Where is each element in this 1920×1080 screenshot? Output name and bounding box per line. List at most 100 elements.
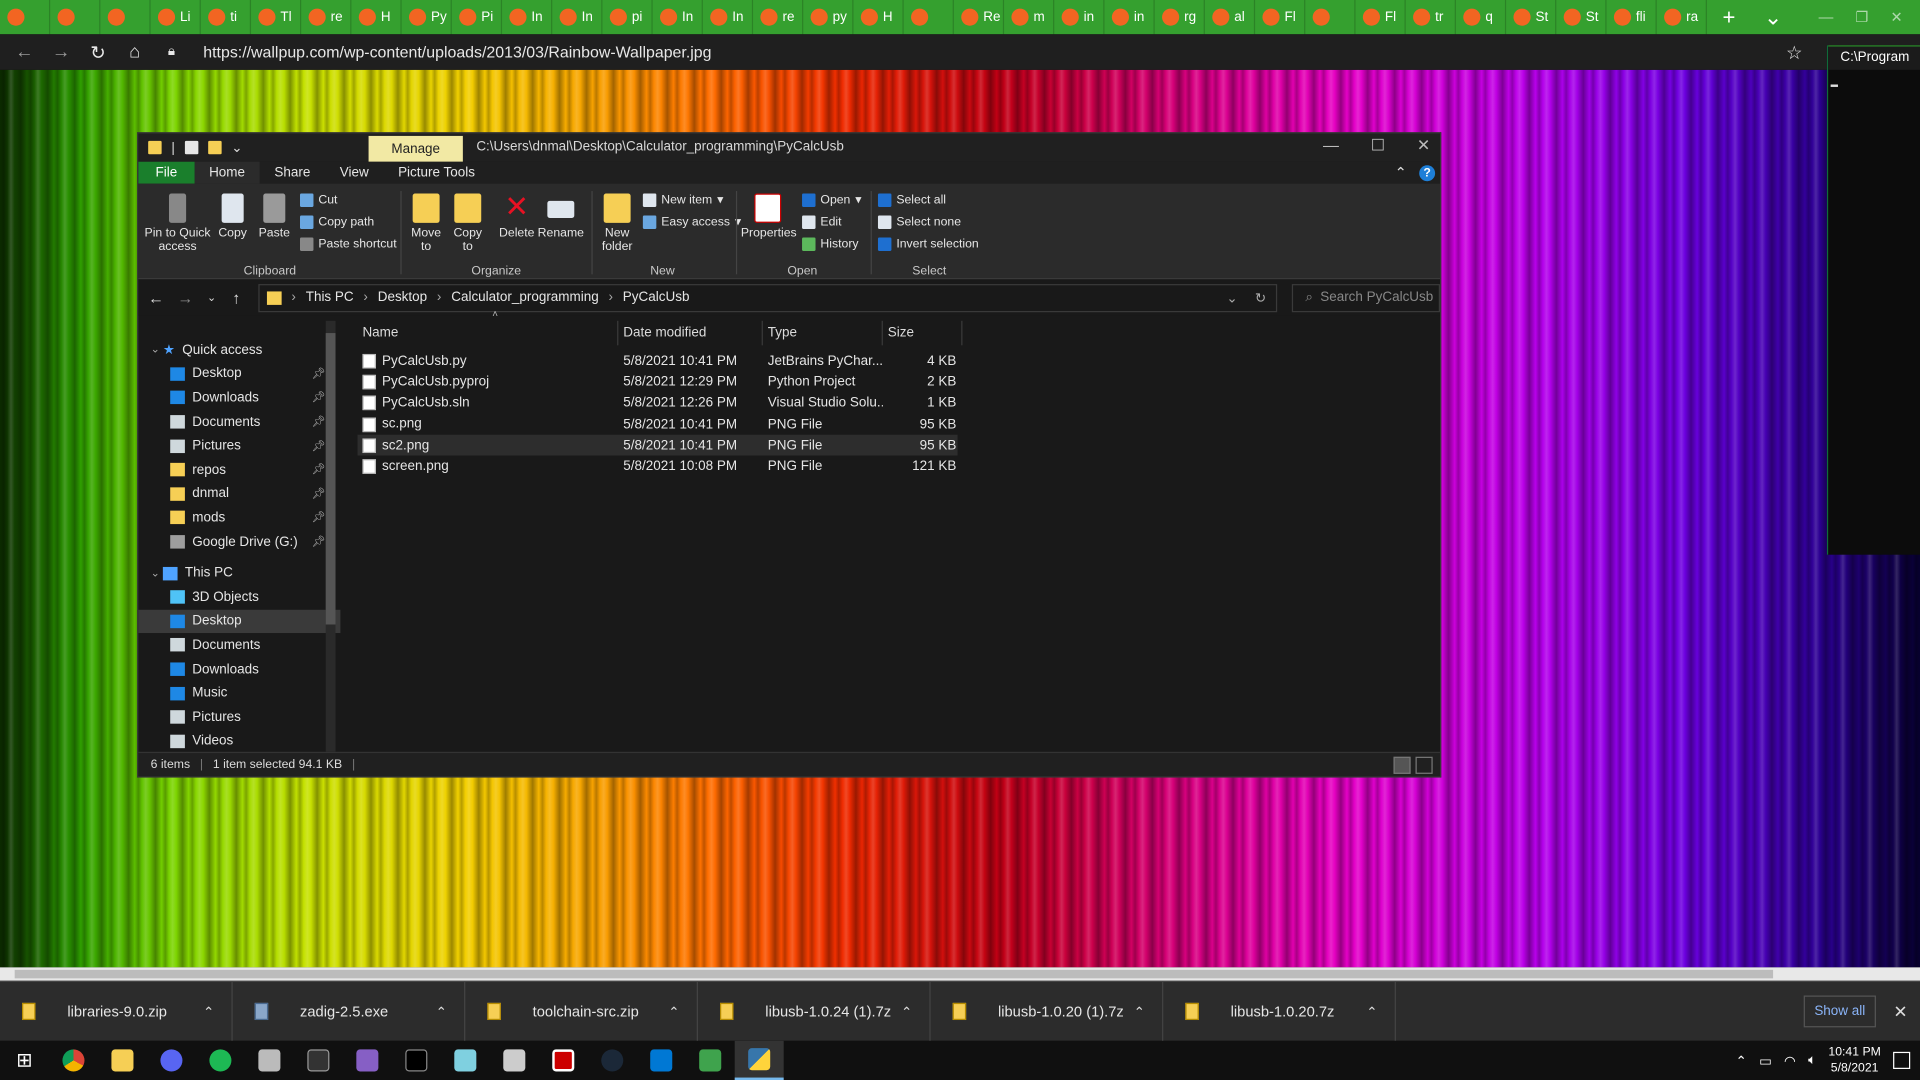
browser-tab[interactable]: Py [402, 0, 452, 35]
cut-button[interactable]: Cut [300, 193, 337, 207]
browser-tab[interactable]: Li [151, 0, 201, 35]
nav-item-desktop[interactable]: Desktop 📌︎ [138, 362, 340, 386]
nav-item-desktop[interactable]: Desktop [138, 609, 341, 634]
search-input[interactable]: ⌕ Search PyCalcUsb [1291, 283, 1441, 312]
show-all-button[interactable]: Show all [1803, 995, 1877, 1028]
pin-quick-access-button[interactable]: Pin to Quick access [143, 193, 212, 253]
nav-this-pc[interactable]: ⌄ This PC [138, 561, 340, 585]
browser-tab[interactable]: in [1054, 0, 1105, 35]
properties-icon[interactable] [184, 140, 199, 155]
chevron-up-icon[interactable]: ⌃ [668, 1003, 679, 1020]
close-icon[interactable]: ✕ [1417, 136, 1430, 156]
nav-item-videos[interactable]: Videos [138, 729, 340, 753]
new-folder-button[interactable]: New folder [596, 193, 638, 253]
file-row[interactable]: screen.png 5/8/2021 10:08 PM PNG File 121 K… [358, 456, 958, 477]
taskbar-chrome[interactable] [49, 1041, 98, 1080]
taskbar-app-blue[interactable] [441, 1041, 490, 1080]
nav-item-documents[interactable]: Documents 📌︎ [138, 410, 340, 434]
browser-tab[interactable]: py [803, 0, 854, 35]
browser-tab[interactable]: fli [1607, 0, 1657, 35]
nav-item-downloads[interactable]: Downloads [138, 657, 340, 681]
browser-tab[interactable]: tr [1406, 0, 1456, 35]
pin-icon[interactable]: 📌︎ [312, 439, 326, 452]
large-icons-view-button[interactable] [1415, 756, 1433, 774]
paste-shortcut-button[interactable]: Paste shortcut [300, 237, 397, 252]
column-type[interactable]: Type [763, 320, 883, 346]
help-icon[interactable]: ? [1419, 164, 1436, 181]
taskbar-app-red[interactable] [539, 1041, 588, 1080]
taskbar-visual-studio[interactable] [343, 1041, 392, 1080]
console-window[interactable]: C:\Program [1826, 45, 1920, 555]
forward-icon[interactable]: → [49, 42, 73, 63]
tab-share[interactable]: Share [260, 162, 325, 184]
chevron-up-icon[interactable]: ⌃ [1134, 1003, 1145, 1020]
browser-tab[interactable]: in [1104, 0, 1155, 35]
browser-tab[interactable]: ra [1657, 0, 1707, 35]
file-row[interactable]: sc2.png 5/8/2021 10:41 PM PNG File 95 KB [357, 434, 958, 457]
reload-icon[interactable]: ↻ [86, 41, 110, 63]
scrollbar-thumb[interactable] [14, 969, 1774, 979]
browser-tab[interactable]: H [351, 0, 402, 35]
file-row[interactable]: PyCalcUsb.py 5/8/2021 10:41 PM JetBrains P… [358, 350, 958, 371]
new-folder-icon[interactable] [207, 140, 222, 155]
page-horizontal-scrollbar[interactable] [0, 967, 1920, 981]
close-icon[interactable]: ✕ [1891, 9, 1903, 26]
close-icon[interactable]: ✕ [1893, 1001, 1907, 1022]
breadcrumb-this-pc[interactable]: This PC [306, 290, 354, 305]
nav-item-downloads[interactable]: Downloads 📌︎ [138, 386, 340, 410]
taskbar-app-green[interactable] [686, 1041, 735, 1080]
select-all-button[interactable]: Select all [877, 193, 946, 207]
paste-button[interactable]: Paste [256, 193, 293, 240]
browser-tab[interactable]: Re [954, 0, 1005, 35]
nav-scrollbar-thumb[interactable] [325, 333, 336, 625]
url-bar[interactable]: https://wallpup.com/wp-content/uploads/2… [203, 43, 711, 61]
column-date-modified[interactable]: Date modified [618, 320, 763, 346]
pin-icon[interactable]: 📌︎ [312, 511, 326, 524]
browser-tab[interactable]: In [552, 0, 603, 35]
open-button[interactable]: Open ▾ [802, 193, 861, 207]
refresh-icon[interactable]: ↻ [1255, 290, 1266, 306]
new-tab-button[interactable]: + [1707, 4, 1751, 30]
browser-tab[interactable]: St [1506, 0, 1557, 35]
tab-home[interactable]: Home [194, 161, 260, 184]
invert-selection-button[interactable]: Invert selection [877, 237, 979, 252]
manage-contextual-tab[interactable]: Manage [368, 135, 463, 162]
browser-tab[interactable]: q [1456, 0, 1507, 35]
breadcrumb-desktop[interactable]: Desktop [378, 290, 427, 305]
pin-icon[interactable]: 📌︎ [312, 391, 326, 404]
taskbar-spotify[interactable] [196, 1041, 245, 1080]
download-item[interactable]: libusb-1.0.24 (1).7z ⌃ [698, 981, 931, 1042]
browser-tab[interactable]: Pi [452, 0, 503, 35]
recent-locations-icon[interactable]: ⌄ [207, 291, 216, 304]
details-view-button[interactable] [1393, 756, 1411, 774]
up-icon[interactable]: ↑ [229, 288, 244, 306]
edit-button[interactable]: Edit [802, 215, 842, 229]
browser-tab[interactable]: rg [1155, 0, 1205, 35]
chevron-up-icon[interactable]: ⌃ [1366, 1003, 1377, 1020]
browser-tab[interactable]: Fl [1255, 0, 1306, 35]
tab-view[interactable]: View [325, 162, 383, 184]
nav-item-dnmal[interactable]: dnmal 📌︎ [138, 482, 340, 506]
download-item[interactable]: zadig-2.5.exe ⌃ [233, 981, 466, 1042]
browser-tab[interactable]: St [1556, 0, 1607, 35]
browser-tab[interactable] [1305, 0, 1356, 35]
delete-button[interactable]: ✕ Delete [496, 193, 538, 240]
browser-tab[interactable] [904, 0, 954, 35]
home-icon[interactable]: ⌂ [122, 42, 146, 63]
wifi-icon[interactable]: ◠ [1784, 1052, 1796, 1069]
browser-tab[interactable]: m [1004, 0, 1055, 35]
pin-icon[interactable]: 📌︎ [312, 535, 326, 548]
move-to-button[interactable]: Move to [408, 193, 445, 253]
taskbar-steam[interactable] [588, 1041, 637, 1080]
taskbar-app-gray[interactable] [490, 1041, 539, 1080]
back-icon[interactable]: ← [12, 42, 36, 63]
nav-item-google-drive-g[interactable]: Google Drive (G:) 📌︎ [138, 530, 340, 554]
history-button[interactable]: History [802, 237, 859, 252]
back-icon[interactable]: ← [148, 288, 164, 306]
copy-button[interactable]: Copy [214, 193, 251, 240]
breadcrumb-calculator-programming[interactable]: Calculator_programming [451, 290, 598, 305]
browser-tab[interactable]: In [653, 0, 703, 35]
taskbar-vscode[interactable] [637, 1041, 686, 1080]
nav-scrollbar[interactable] [325, 320, 336, 752]
copy-to-button[interactable]: Copy to [449, 193, 486, 253]
